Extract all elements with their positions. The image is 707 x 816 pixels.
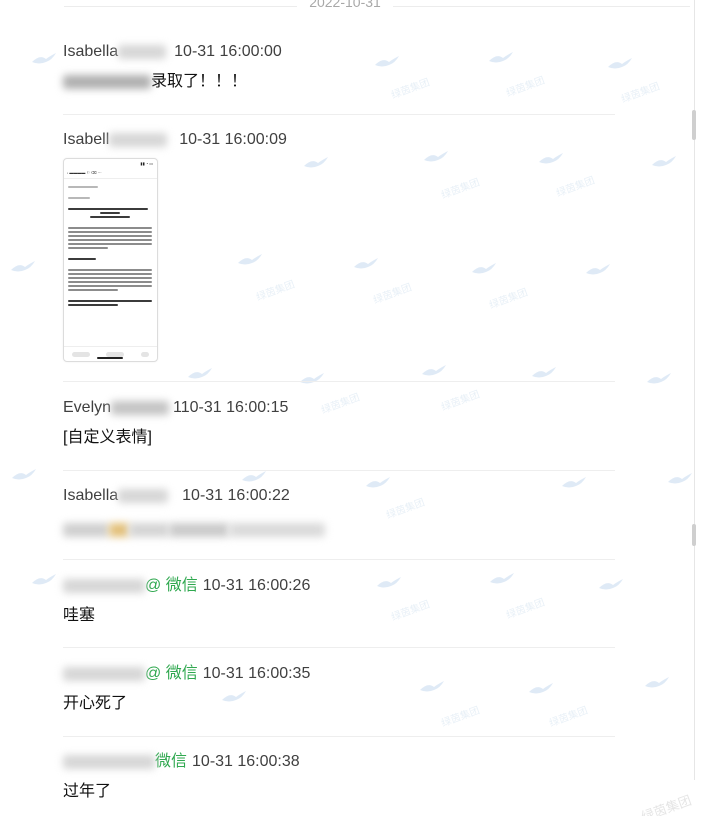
watermark-bird-icon <box>188 368 212 379</box>
message-time-prefix: 1 <box>173 399 181 416</box>
sender-name[interactable]: Isabella <box>63 43 118 60</box>
message-time: 10-31 16:00:00 <box>174 43 282 60</box>
message-item: Isabella 10-31 16:00:22 <box>63 486 613 541</box>
message-item: Isabella 10-31 16:00:00 录取了！！！ <box>63 42 613 93</box>
wechat-source-label: 微信 <box>155 753 188 770</box>
redacted-text <box>63 522 109 537</box>
message-meta: @ 微信 10-31 16:00:35 <box>63 664 613 684</box>
watermark-bird-icon <box>668 473 692 484</box>
message-item: 微信 10-31 16:00:38 过年了 <box>63 752 613 803</box>
date-divider-label: 2022-10-31 <box>297 0 393 10</box>
home-indicator <box>97 357 123 359</box>
message-body[interactable]: 录取了！！！ <box>63 71 613 93</box>
watermark-text: 绿茵集团 <box>620 81 662 106</box>
redacted-name <box>109 132 168 147</box>
message-body[interactable]: 哇塞 <box>63 605 613 627</box>
message-meta: Isabella 10-31 16:00:22 <box>63 486 613 506</box>
message-meta: @ 微信 10-31 16:00:26 <box>63 576 613 596</box>
redacted-emoji <box>109 522 129 537</box>
message-time: 10-31 16:00:38 <box>192 753 300 770</box>
watermark-bird-icon <box>645 677 669 688</box>
message-separator <box>63 736 615 737</box>
wechat-source-label: @ 微信 <box>145 665 198 682</box>
message-meta: 微信 10-31 16:00:38 <box>63 752 613 772</box>
message-body[interactable]: [自定义表情] <box>63 427 613 449</box>
redacted-name <box>63 578 145 593</box>
sender-name[interactable]: Isabell <box>63 131 109 148</box>
watermark-text: 绿茵集团 <box>488 287 530 312</box>
watermark-bird-icon <box>238 254 262 265</box>
watermark-bird-icon <box>424 151 448 162</box>
scrollbar-thumb[interactable] <box>692 110 696 140</box>
message-text: 录取了！！！ <box>151 73 248 90</box>
message-meta: Evelyn 110-31 16:00:15 <box>63 398 613 418</box>
message-time: 10-31 16:00:22 <box>182 487 290 504</box>
document-topbar: ‹ ▬▬▬▬ ⚐ ⌫ ⋯ <box>64 168 157 179</box>
message-separator <box>63 647 615 648</box>
phone-status-bar: ▮▮ ◔ ▭ <box>140 161 153 166</box>
watermark-bird-icon <box>304 157 328 168</box>
watermark-bird-icon <box>539 153 563 164</box>
redacted-name <box>118 488 169 503</box>
redacted-text <box>63 74 151 89</box>
watermark-bird-icon <box>12 469 36 480</box>
sender-name[interactable]: Evelyn <box>63 399 111 416</box>
watermark-text: 绿茵集团 <box>555 175 597 200</box>
watermark-bird-icon <box>354 258 378 269</box>
watermark-bird-icon <box>652 156 676 167</box>
watermark-bird-icon <box>300 373 324 384</box>
watermark-bird-icon <box>32 574 56 585</box>
date-divider: 2022-10-31 <box>0 0 690 14</box>
message-separator <box>63 114 615 115</box>
watermark-bird-icon <box>422 365 446 376</box>
watermark-text: 绿茵集团 <box>255 279 297 304</box>
watermark-bird-icon <box>586 264 610 275</box>
message-body[interactable]: 开心死了 <box>63 693 613 715</box>
redacted-name <box>111 400 170 415</box>
watermark-bird-icon <box>647 373 671 384</box>
watermark-bird-icon <box>32 53 56 64</box>
redacted-text <box>129 522 169 537</box>
message-item: Evelyn 110-31 16:00:15 [自定义表情] <box>63 398 613 449</box>
watermark-bird-icon <box>242 471 266 482</box>
message-meta: Isabell 10-31 16:00:09 <box>63 130 613 150</box>
chat-history-window: 绿茵集团 绿茵集团 绿茵集团 绿茵集团 绿茵集团 绿茵集团 绿茵集团 绿茵集团 … <box>0 0 707 816</box>
message-separator <box>63 470 615 471</box>
message-item: Isabell 10-31 16:00:09 <box>63 130 613 150</box>
watermark-bird-icon <box>472 263 496 274</box>
watermark-bird-icon <box>11 261 35 272</box>
message-body[interactable] <box>63 519 613 541</box>
sender-name[interactable]: Isabella <box>63 487 118 504</box>
message-time: 10-31 16:00:15 <box>180 399 289 416</box>
watermark-text: 绿茵集团 <box>440 177 482 202</box>
message-time: 10-31 16:00:26 <box>202 577 311 594</box>
image-attachment[interactable]: ▮▮ ◔ ▭ ‹ ▬▬▬▬ ⚐ ⌫ ⋯ <box>63 158 158 362</box>
message-separator <box>63 559 615 560</box>
redacted-text <box>229 522 325 537</box>
message-time: 10-31 16:00:35 <box>202 665 311 682</box>
watermark-text: 绿茵集团 <box>639 792 694 816</box>
redacted-text <box>169 522 229 537</box>
message-time: 10-31 16:00:09 <box>179 131 287 148</box>
redacted-name <box>63 754 155 769</box>
message-body[interactable]: 过年了 <box>63 781 613 803</box>
message-item: @ 微信 10-31 16:00:35 开心死了 <box>63 664 613 715</box>
redacted-name <box>118 44 167 59</box>
message-item: @ 微信 10-31 16:00:26 哇塞 <box>63 576 613 627</box>
watermark-bird-icon <box>532 367 556 378</box>
scrollbar-thumb[interactable] <box>692 524 696 546</box>
wechat-source-label: @ 微信 <box>145 577 198 594</box>
redacted-name <box>63 666 145 681</box>
message-separator <box>63 381 615 382</box>
watermark-text: 绿茵集团 <box>372 282 414 307</box>
message-meta: Isabella 10-31 16:00:00 <box>63 42 613 62</box>
